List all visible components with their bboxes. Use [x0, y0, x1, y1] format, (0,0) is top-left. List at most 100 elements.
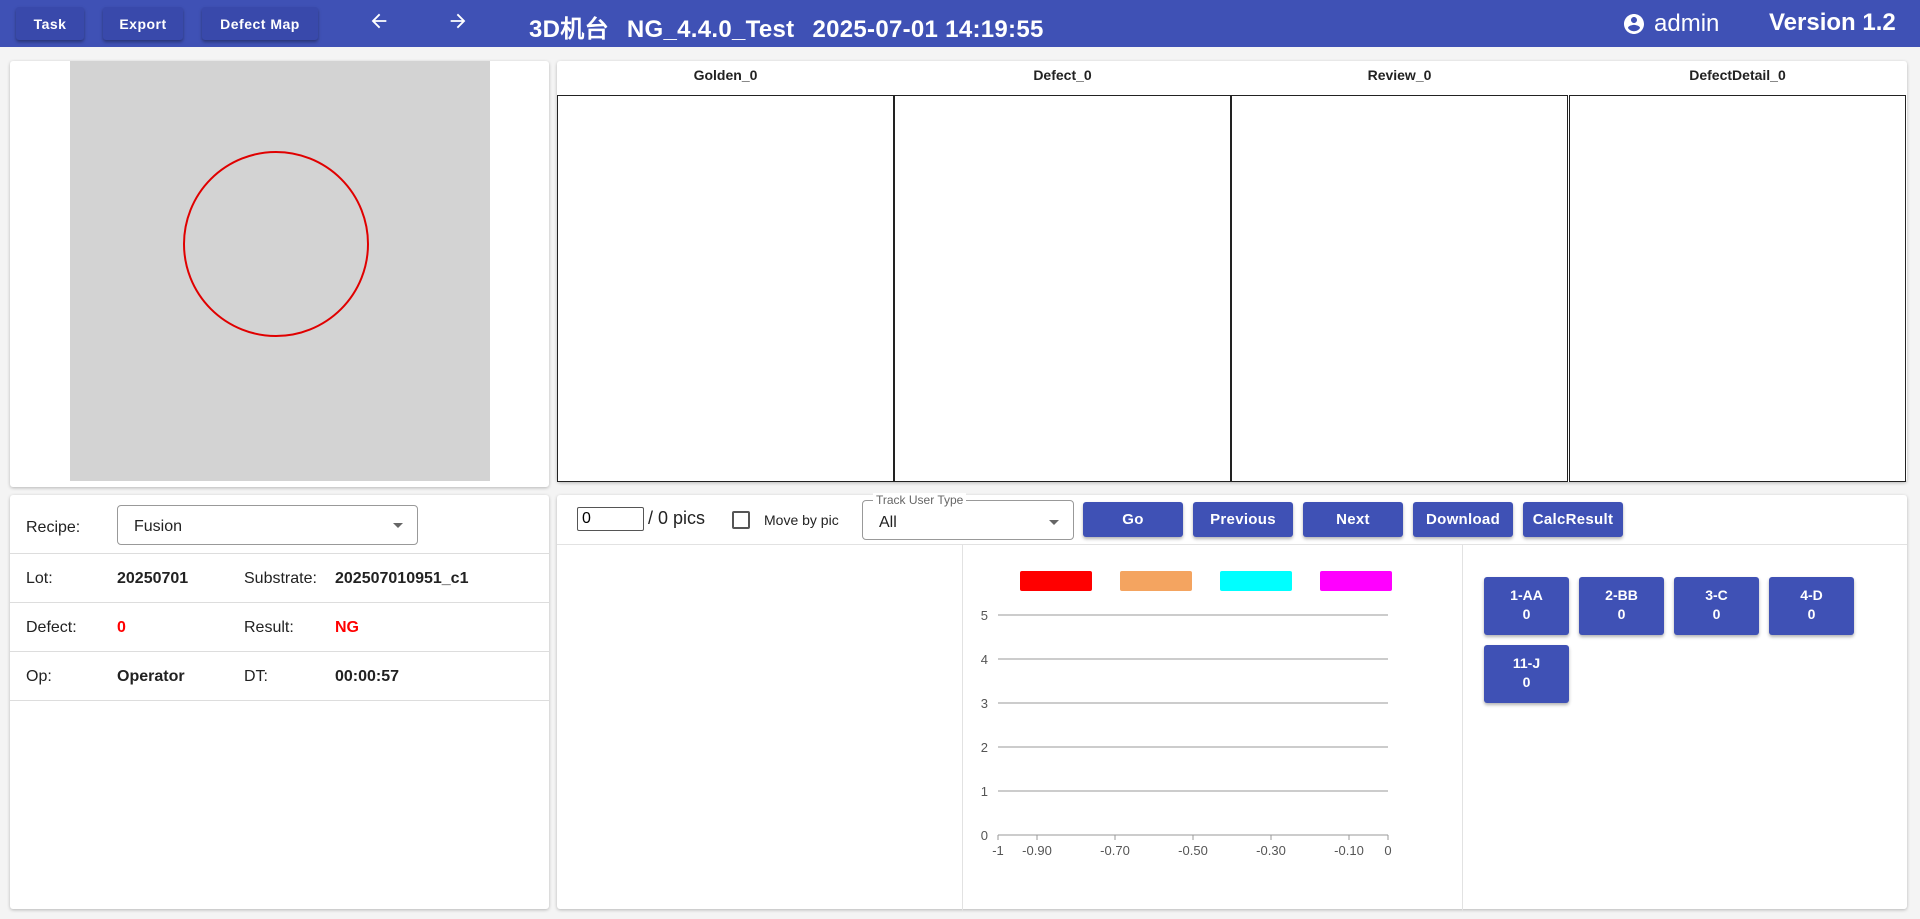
move-by-pic-label: Move by pic	[764, 512, 839, 528]
defect-image-panel: Defect_0	[894, 61, 1231, 482]
category-button-1-aa[interactable]: 1-AA 0	[1484, 577, 1569, 635]
info-card: Recipe: Fusion Lot: 20250701 Substrate: …	[10, 495, 550, 909]
legend-swatch-0	[1020, 571, 1092, 591]
defect-image-title: Defect_0	[1033, 67, 1092, 83]
recipe-row: Recipe: Fusion	[10, 495, 550, 554]
dt-value: 00:00:57	[335, 668, 400, 685]
x-tick-label: -0.90	[1022, 843, 1052, 855]
category-count: 0	[1522, 674, 1531, 690]
download-button[interactable]: Download	[1413, 502, 1513, 537]
top-app-bar: Task Export Defect Map 3D机台 NG_4.4.0_Test…	[0, 0, 1920, 47]
golden-image-title: Golden_0	[693, 67, 758, 83]
defect-detail-image-panel: DefectDetail_0	[1569, 61, 1906, 482]
result-label: Result:	[244, 619, 294, 636]
y-tick-label: 3	[981, 696, 988, 711]
chart-right-divider	[1462, 545, 1463, 911]
review-image[interactable]	[1231, 95, 1568, 482]
substrate-label: Substrate:	[244, 570, 317, 587]
op-row: Op: Operator DT: 00:00:57	[10, 652, 550, 701]
recipe-label: Recipe:	[26, 519, 81, 536]
defect-detail-image[interactable]	[1569, 95, 1906, 482]
category-button-11-j[interactable]: 11-J 0	[1484, 645, 1569, 703]
legend-swatch-3	[1320, 571, 1392, 591]
defect-label: Defect:	[26, 619, 77, 636]
category-count: 0	[1712, 606, 1721, 622]
category-button-3-c[interactable]: 3-C 0	[1674, 577, 1759, 635]
category-name: 4-D	[1800, 587, 1823, 603]
category-count: 0	[1807, 606, 1816, 622]
recipe-select[interactable]: Fusion	[117, 505, 418, 545]
user-menu[interactable]: admin	[1622, 10, 1719, 38]
defect-map-button[interactable]: Defect Map	[202, 7, 318, 40]
review-image-title: Review_0	[1367, 67, 1432, 83]
track-user-type-select[interactable]: Track User Type All	[862, 493, 1074, 540]
x-tick-label: -0.10	[1334, 843, 1364, 855]
track-user-type-value: All	[879, 514, 897, 531]
y-tick-label: 4	[981, 652, 988, 667]
x-tick-label: -0.50	[1178, 843, 1208, 855]
page-title: 3D机台 NG_4.4.0_Test 2025-07-01 14:19:55	[529, 9, 1062, 44]
legend-swatch-2	[1220, 571, 1292, 591]
category-count: 0	[1617, 606, 1626, 622]
pic-count: / 0 pics	[648, 508, 706, 528]
x-tick-label: -0.30	[1256, 843, 1286, 855]
track-user-type-label: Track User Type	[873, 493, 967, 507]
image-panels-card: Golden_0 Defect_0 Review_0 DefectDetail_…	[557, 61, 1907, 482]
controls-divider	[557, 544, 1907, 545]
golden-image[interactable]	[557, 95, 894, 482]
export-button[interactable]: Export	[103, 7, 183, 40]
calc-result-button[interactable]: CalcResult	[1523, 502, 1623, 537]
datetime: 2025-07-01 14:19:55	[812, 16, 1044, 43]
category-name: 2-BB	[1605, 587, 1638, 603]
legend-swatch-1	[1120, 571, 1192, 591]
lot-label: Lot:	[26, 570, 53, 587]
lot-row: Lot: 20250701 Substrate: 202507010951_c1	[10, 554, 550, 603]
review-image-panel: Review_0	[1231, 61, 1568, 482]
arrow-left-icon[interactable]	[364, 10, 394, 38]
dropdown-caret-icon	[393, 523, 403, 528]
account-circle-icon	[1624, 14, 1644, 34]
go-button[interactable]: Go	[1083, 502, 1183, 537]
task-button[interactable]: Task	[16, 7, 84, 40]
result-value: NG	[335, 619, 359, 636]
golden-image-panel: Golden_0	[557, 61, 894, 482]
x-tick-label: 0	[1384, 843, 1391, 855]
y-tick-label: 5	[981, 608, 988, 623]
defect-row: Defect: 0 Result: NG	[10, 603, 550, 652]
defect-histogram-chart: 0 1 2 3 4 5 -1 -0.90 -0.70 -0.50 -0.30 -0.10 0	[981, 571, 1392, 855]
wafer-map-card	[10, 61, 549, 487]
substrate-value: 202507010951_c1	[335, 570, 469, 587]
category-count: 0	[1522, 606, 1531, 622]
pic-index-input[interactable]	[577, 507, 644, 531]
recipe-select-value: Fusion	[134, 518, 183, 535]
y-tick-label: 0	[981, 828, 988, 843]
x-tick-label: -1	[992, 843, 1004, 855]
defect-value: 0	[117, 619, 126, 636]
wafer-outline	[183, 151, 369, 337]
defect-image[interactable]	[894, 95, 1231, 482]
category-name: 3-C	[1705, 587, 1728, 603]
category-name: 11-J	[1512, 655, 1541, 671]
previous-button[interactable]: Previous	[1193, 502, 1293, 537]
wafer-map[interactable]	[70, 61, 490, 481]
defect-detail-image-title: DefectDetail_0	[1689, 67, 1786, 83]
category-button-4-d[interactable]: 4-D 0	[1769, 577, 1854, 635]
category-name: 1-AA	[1510, 587, 1543, 603]
op-label: Op:	[26, 668, 52, 685]
y-tick-label: 2	[981, 740, 988, 755]
version-label: Version 1.2	[1769, 9, 1896, 36]
lot-value: 20250701	[117, 570, 189, 587]
next-button[interactable]: Next	[1303, 502, 1403, 537]
username: admin	[1654, 10, 1720, 37]
recipe-name: NG_4.4.0_Test	[626, 16, 795, 43]
category-button-2-bb[interactable]: 2-BB 0	[1579, 577, 1664, 635]
dt-label: DT:	[244, 668, 268, 685]
arrow-right-icon[interactable]	[443, 10, 473, 38]
dropdown-caret-icon	[1049, 520, 1059, 525]
machine-name: 3D机台	[529, 16, 609, 43]
controls-card: / 0 pics Move by pic Track User Type All…	[557, 493, 1907, 911]
x-tick-label: -0.70	[1100, 843, 1130, 855]
op-value: Operator	[117, 668, 185, 685]
y-tick-label: 1	[981, 784, 988, 799]
move-by-pic-checkbox[interactable]	[732, 511, 750, 529]
